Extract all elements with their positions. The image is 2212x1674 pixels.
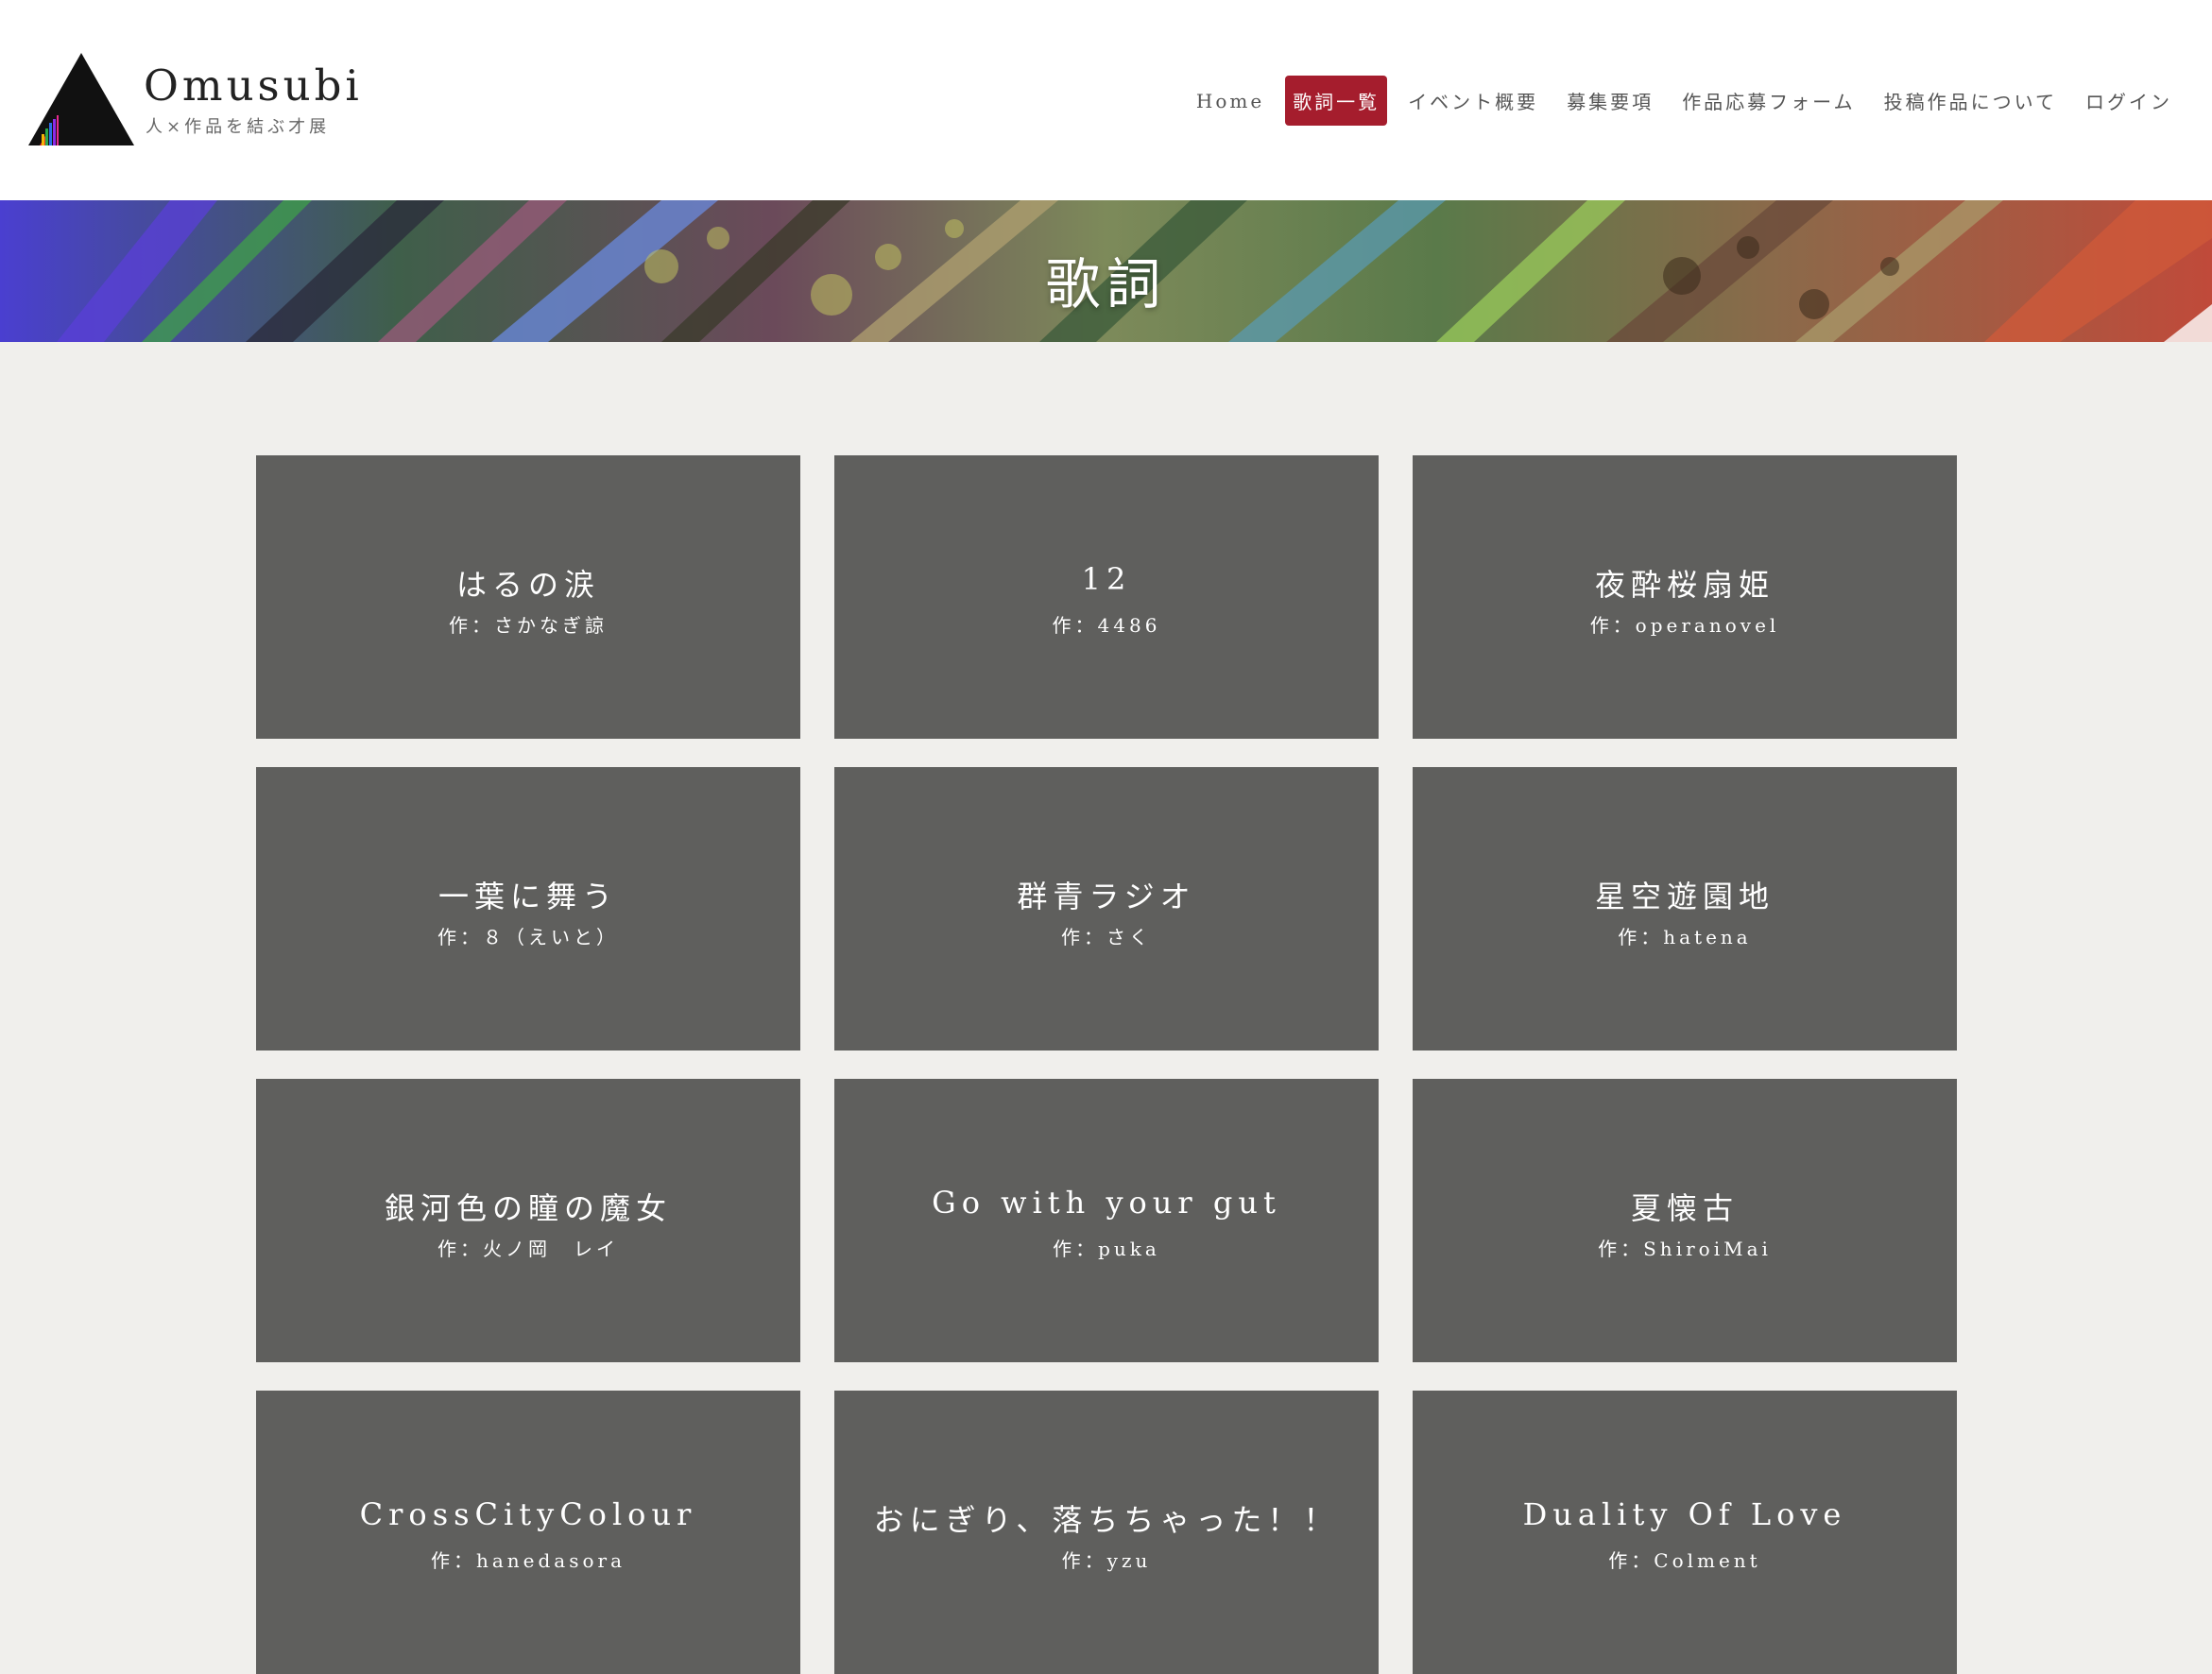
- lyric-card-title: 銀河色の瞳の魔女: [384, 1190, 672, 1226]
- lyric-card-author: 作：hatena: [1618, 926, 1752, 948]
- nav-item-login[interactable]: ログイン: [2078, 76, 2180, 126]
- lyric-card-title: Duality Of Love: [1522, 1496, 1847, 1532]
- lyric-card-author: 作：さかなぎ諒: [449, 614, 608, 637]
- lyric-card-author: 作：puka: [1053, 1238, 1160, 1260]
- nav-item-event-overview[interactable]: イベント概要: [1400, 76, 1546, 126]
- lyric-card-author: 作：８（えいと）: [437, 926, 619, 948]
- main-nav: Home 歌詞一覧 イベント概要 募集要項 作品応募フォーム 投稿作品について …: [1175, 76, 2180, 126]
- lyric-card-author: 作：yzu: [1061, 1549, 1152, 1572]
- lyric-card-title: 一葉に舞う: [437, 879, 618, 914]
- lyric-card[interactable]: 夜酔桜扇姫 作：operanovel: [1413, 455, 1957, 739]
- site-tagline: 人×作品を結ぶ才展: [146, 117, 331, 137]
- triangle-logo-icon: [28, 53, 134, 145]
- lyric-card[interactable]: 星空遊園地 作：hatena: [1413, 767, 1957, 1051]
- lyric-card-title: おにぎり、落ちちゃった！！: [873, 1502, 1340, 1538]
- lyric-card-author: 作：hanedasora: [430, 1549, 626, 1572]
- lyric-card-title: CrossCityColour: [359, 1496, 697, 1532]
- lyric-card-title: 夜酔桜扇姫: [1594, 567, 1775, 603]
- nav-item-guidelines[interactable]: 募集要項: [1559, 76, 1661, 126]
- lyric-card[interactable]: おにぎり、落ちちゃった！！ 作：yzu: [834, 1391, 1379, 1674]
- lyric-card-author: 作：Colment: [1608, 1549, 1761, 1572]
- lyric-card-title: 12: [1081, 561, 1132, 597]
- lyric-card[interactable]: 群青ラジオ 作：さく: [834, 767, 1379, 1051]
- lyric-card[interactable]: 12 作：4486: [834, 455, 1379, 739]
- nav-item-lyrics-list[interactable]: 歌詞一覧: [1285, 76, 1388, 126]
- site-logo[interactable]: Omusubi 人×作品を結ぶ才展: [28, 53, 359, 147]
- lyric-card-title: Go with your gut: [932, 1185, 1281, 1221]
- lyric-card[interactable]: はるの涙 作：さかなぎ諒: [256, 455, 800, 739]
- hero-banner: 歌詞: [0, 200, 2212, 342]
- lyric-card-title: 夏懐古: [1630, 1190, 1739, 1226]
- lyric-card-author: 作：4486: [1052, 614, 1161, 637]
- lyric-card[interactable]: Duality Of Love 作：Colment: [1413, 1391, 1957, 1674]
- nav-item-about-submissions[interactable]: 投稿作品について: [1877, 76, 2065, 126]
- lyric-card-author: 作：さく: [1061, 926, 1152, 948]
- nav-item-home[interactable]: Home: [1189, 78, 1272, 124]
- lyric-card[interactable]: 一葉に舞う 作：８（えいと）: [256, 767, 800, 1051]
- lyric-card-title: はるの涙: [455, 567, 600, 603]
- lyric-card-title: 星空遊園地: [1594, 879, 1775, 914]
- lyric-card-author: 作：operanovel: [1589, 614, 1780, 637]
- lyric-card[interactable]: 夏懐古 作：ShiroiMai: [1413, 1079, 1957, 1362]
- lyric-card-title: 群青ラジオ: [1017, 879, 1196, 914]
- site-name: Omusubi: [144, 60, 363, 111]
- lyric-card[interactable]: CrossCityColour 作：hanedasora: [256, 1391, 800, 1674]
- lyric-card-author: 作：火ノ岡 レイ: [437, 1238, 619, 1260]
- lyric-card[interactable]: 銀河色の瞳の魔女 作：火ノ岡 レイ: [256, 1079, 800, 1362]
- lyric-card-author: 作：ShiroiMai: [1598, 1238, 1772, 1260]
- lyric-card[interactable]: Go with your gut 作：puka: [834, 1079, 1379, 1362]
- site-header: Omusubi 人×作品を結ぶ才展 Home 歌詞一覧 イベント概要 募集要項 …: [0, 0, 2212, 200]
- page-title: 歌詞: [1045, 252, 1167, 316]
- nav-item-entry-form[interactable]: 作品応募フォーム: [1674, 76, 1862, 126]
